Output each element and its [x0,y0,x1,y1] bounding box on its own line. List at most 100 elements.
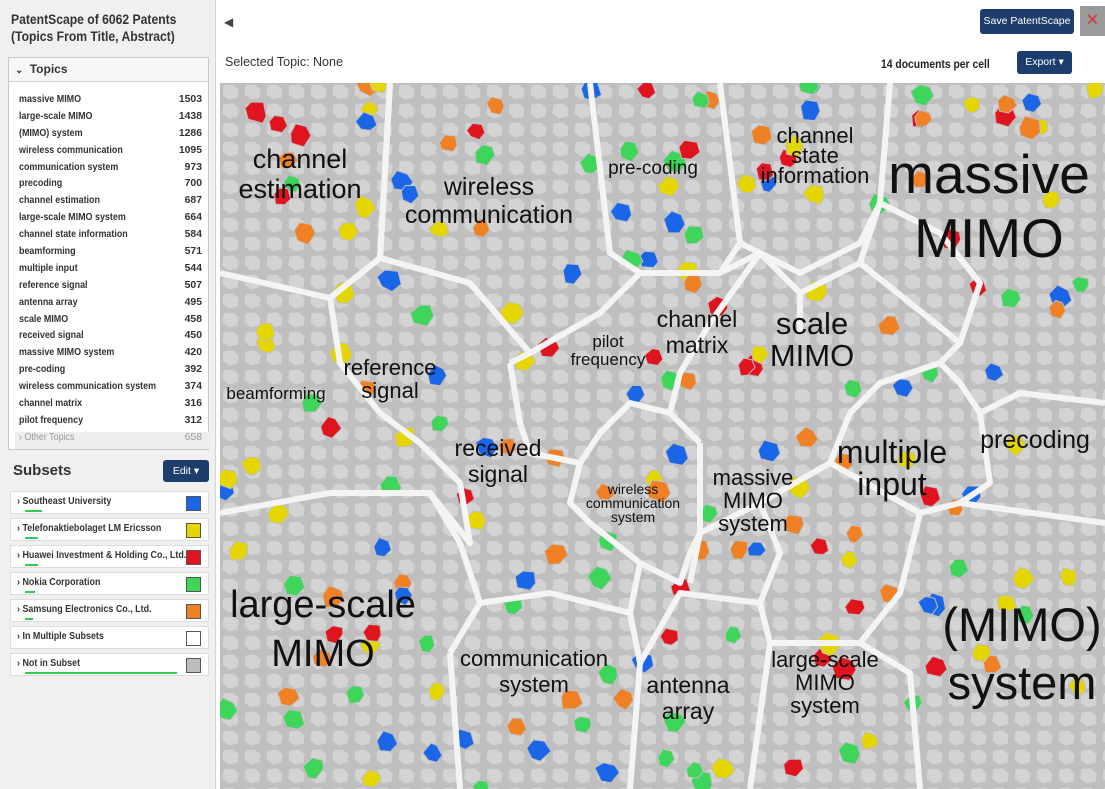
topic-label: massive MIMO system [19,347,115,359]
topic-region-label-line: reference [344,355,437,380]
topic-region-label-line: large-scale [771,647,879,672]
topic-row[interactable]: channel matrix 316 [19,398,210,415]
topic-region-label[interactable]: pre-coding [608,158,698,179]
subset-color-swatch[interactable] [186,550,201,565]
sidebar: PatentScape of 6062 Patents (Topics From… [0,0,216,789]
other-topics-row[interactable]: › Other Topics 658 [15,431,210,449]
topic-label: channel state information [19,229,128,241]
topic-row[interactable]: precoding 700 [19,178,210,195]
topic-region-label-line: information [761,163,870,188]
topic-row[interactable]: antenna array 495 [19,297,210,314]
topic-label: scale MIMO [19,313,69,325]
subset-item[interactable]: › Huawei Investment & Holding Co., Ltd. [10,545,209,568]
subset-color-swatch[interactable] [186,658,201,673]
topic-region-label-line: scale [776,306,848,341]
topic-region-label[interactable]: channel estimation [238,144,361,204]
subset-item[interactable]: › Telefonaktiebolaget LM Ericsson [10,518,209,541]
topic-row[interactable]: wireless communication 1095 [19,145,210,162]
subset-item[interactable]: › Samsung Electronics Co., Ltd. [10,599,209,622]
subset-size-bar [25,510,42,512]
topic-row[interactable]: massive MIMO system 420 [19,347,210,364]
topic-region-label[interactable]: beamforming [226,384,325,403]
topic-label: pre-coding [19,364,66,376]
topic-label: beamforming [19,246,76,258]
topic-label: massive MIMO [19,94,82,105]
topic-map[interactable]: channel estimation wireless communicationpr… [220,83,1105,789]
subset-label: › Telefonaktiebolaget LM Ericsson [17,523,162,534]
docs-per-cell-label: 14 documents per cell [881,59,990,71]
subset-color-swatch[interactable] [186,631,201,646]
topic-count: 1095 [178,144,202,156]
selected-topic-label: Selected Topic: None [225,55,343,69]
topic-region-label[interactable]: precoding [980,426,1090,454]
topic-region-label-line: system [499,672,569,697]
topic-row[interactable]: large-scale MIMO 1438 [19,111,210,128]
topic-row[interactable]: channel estimation 687 [19,195,210,212]
subset-color-swatch[interactable] [186,523,201,538]
topic-region-label-line: pilot [592,332,623,351]
topic-row[interactable]: multiple input 544 [19,263,210,280]
topic-region-label-line: estimation [238,174,361,204]
topic-list: massive MIMO 1503 large-scale MIMO 1438 (MIM… [15,94,210,449]
topic-row[interactable]: communication system 973 [19,162,210,179]
topic-row[interactable]: pilot frequency 312 [19,415,210,432]
topic-label: (MIMO) system [19,127,83,139]
topic-label: precoding [19,178,63,190]
subset-color-swatch[interactable] [186,604,201,619]
topic-label: channel matrix [19,398,83,410]
topic-region-label-line: MIMO [271,633,374,675]
triangle-left-icon[interactable]: ◀ [224,15,233,29]
topic-count: 544 [184,262,202,274]
export-button[interactable]: Export ▾ [1017,51,1072,74]
subset-item[interactable]: › Southeast University [10,491,209,514]
topic-count: 700 [184,178,202,190]
topic-count: 420 [184,347,202,359]
topic-row[interactable]: beamforming 571 [19,246,210,263]
close-x-icon[interactable]: ✕ [1080,6,1105,36]
subset-cell[interactable] [514,570,537,591]
save-patentscape-button[interactable]: Save PatentScape [980,9,1074,34]
topic-region-label-line: antenna [646,672,729,698]
subset-item[interactable]: › Not in Subset [10,653,209,676]
topic-count: 664 [184,212,202,224]
title-line-2: (Topics From Title, Abstract) [11,29,175,44]
edit-button-label: Edit [172,465,191,477]
topic-region-label[interactable]: scale MIMO [770,306,854,373]
topic-region-label-line: system [611,509,655,525]
topic-count: 312 [184,414,202,426]
topic-label: received signal [19,330,84,342]
subset-label: › Not in Subset [17,658,81,669]
topic-region-label-line: precoding [980,426,1090,454]
topic-region-label-line: massive [713,465,794,490]
topic-row[interactable]: (MIMO) system 1286 [19,128,210,145]
topic-count: 316 [184,398,202,410]
topic-row[interactable]: scale MIMO 458 [19,314,210,331]
subset-color-swatch[interactable] [186,496,201,511]
main-area: ◀ Selected Topic: None 14 documents per … [216,0,1105,789]
subset-item[interactable]: › In Multiple Subsets [10,626,209,649]
topic-region-label[interactable]: massive MIMO system [713,465,794,536]
export-button-label: Export [1025,56,1056,68]
topic-count: 392 [184,364,202,376]
topic-count: 507 [184,279,202,291]
topic-row[interactable]: massive MIMO 1503 [19,94,210,111]
topics-header-label: Topics [29,62,68,76]
topic-label: reference signal [19,279,88,291]
topics-header[interactable]: ⌄ Topics [9,58,208,82]
topic-row[interactable]: wireless communication system 374 [19,381,210,398]
topic-row[interactable]: reference signal 507 [19,280,210,297]
topic-row[interactable]: received signal 450 [19,330,210,347]
topic-region-label[interactable]: channel matrix [657,306,738,358]
topic-row[interactable]: channel state information 584 [19,229,210,246]
subset-item[interactable]: › Nokia Corporation [10,572,209,595]
topic-row[interactable]: pre-coding 392 [19,364,210,381]
topic-region-label-line: wireless [443,173,534,201]
topic-row[interactable]: large-scale MIMO system 664 [19,212,210,229]
topic-label: channel estimation [19,195,100,207]
subset-size-bar [25,618,33,620]
topic-region-label-line: MIMO [723,488,783,513]
edit-button[interactable]: Edit ▾ [163,460,209,482]
subset-label: › Nokia Corporation [17,577,101,588]
subset-color-swatch[interactable] [186,577,201,592]
topic-region-label-line: large-scale [230,584,416,626]
